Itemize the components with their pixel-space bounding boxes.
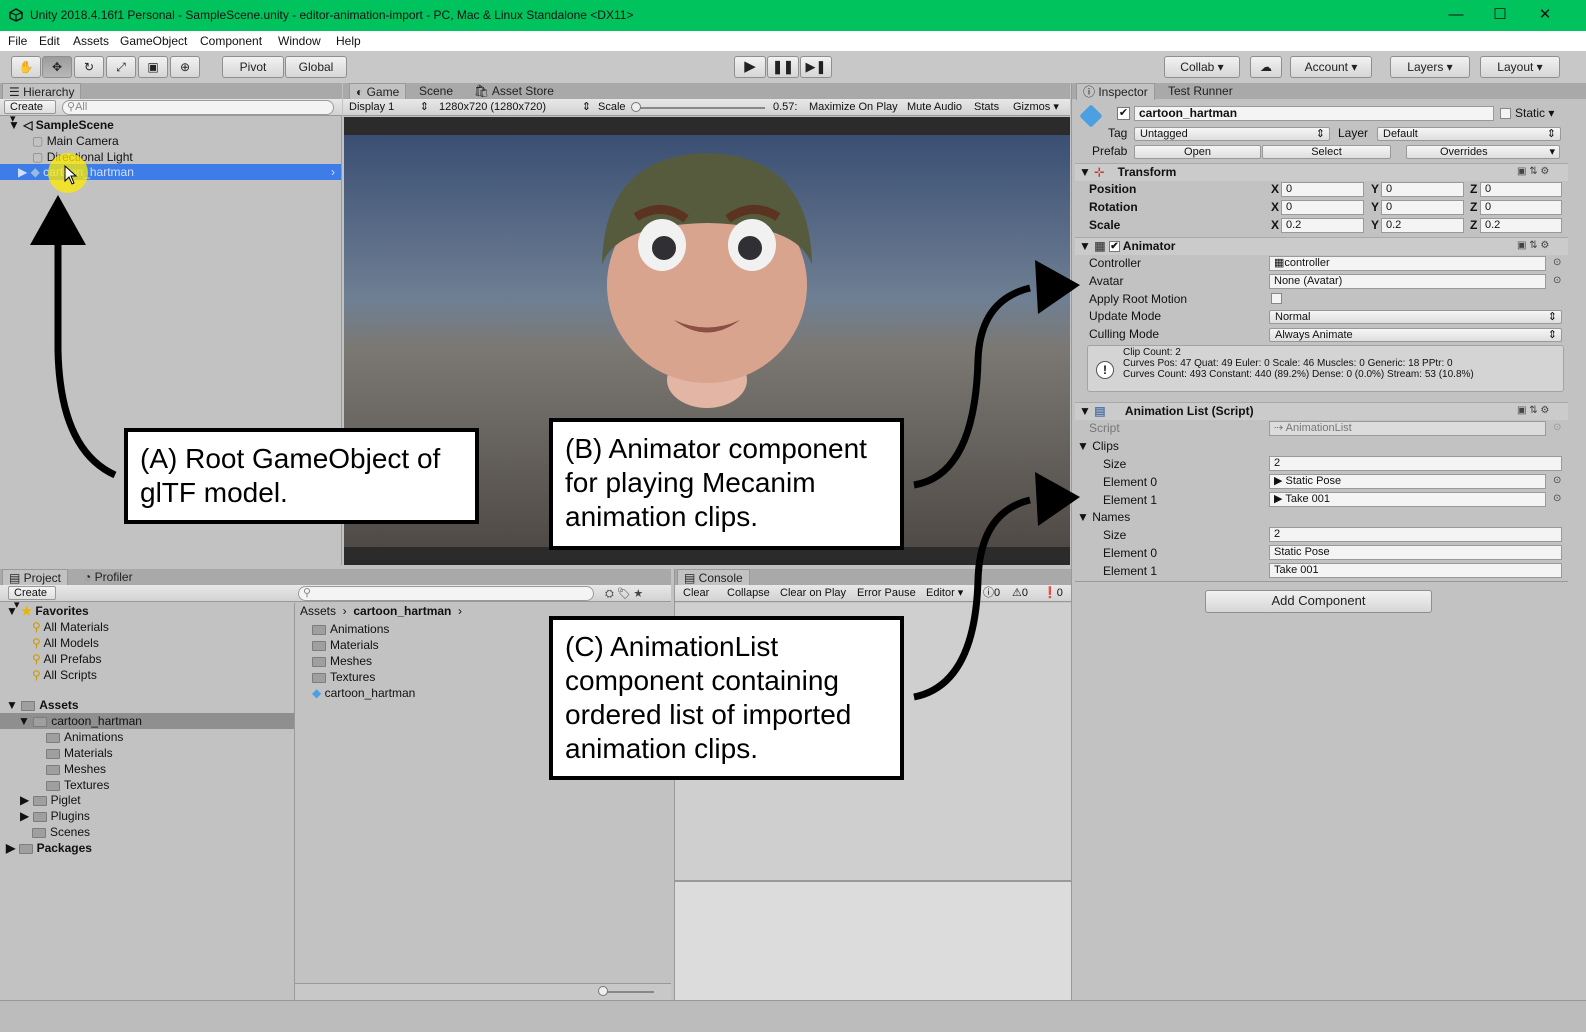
arrow-a-head xyxy=(30,195,86,245)
arrow-c xyxy=(913,496,1031,701)
callout-b: (B) Animator component for playing Mecan… xyxy=(549,418,904,550)
callout-a: (A) Root GameObject of glTF model. xyxy=(124,428,479,524)
arrow-b xyxy=(913,284,1031,489)
arrow-c-head xyxy=(1035,472,1080,526)
arrow-b-head xyxy=(1035,260,1080,314)
callout-c: (C) AnimationList component containing o… xyxy=(549,616,904,780)
arrow-a xyxy=(54,245,117,479)
